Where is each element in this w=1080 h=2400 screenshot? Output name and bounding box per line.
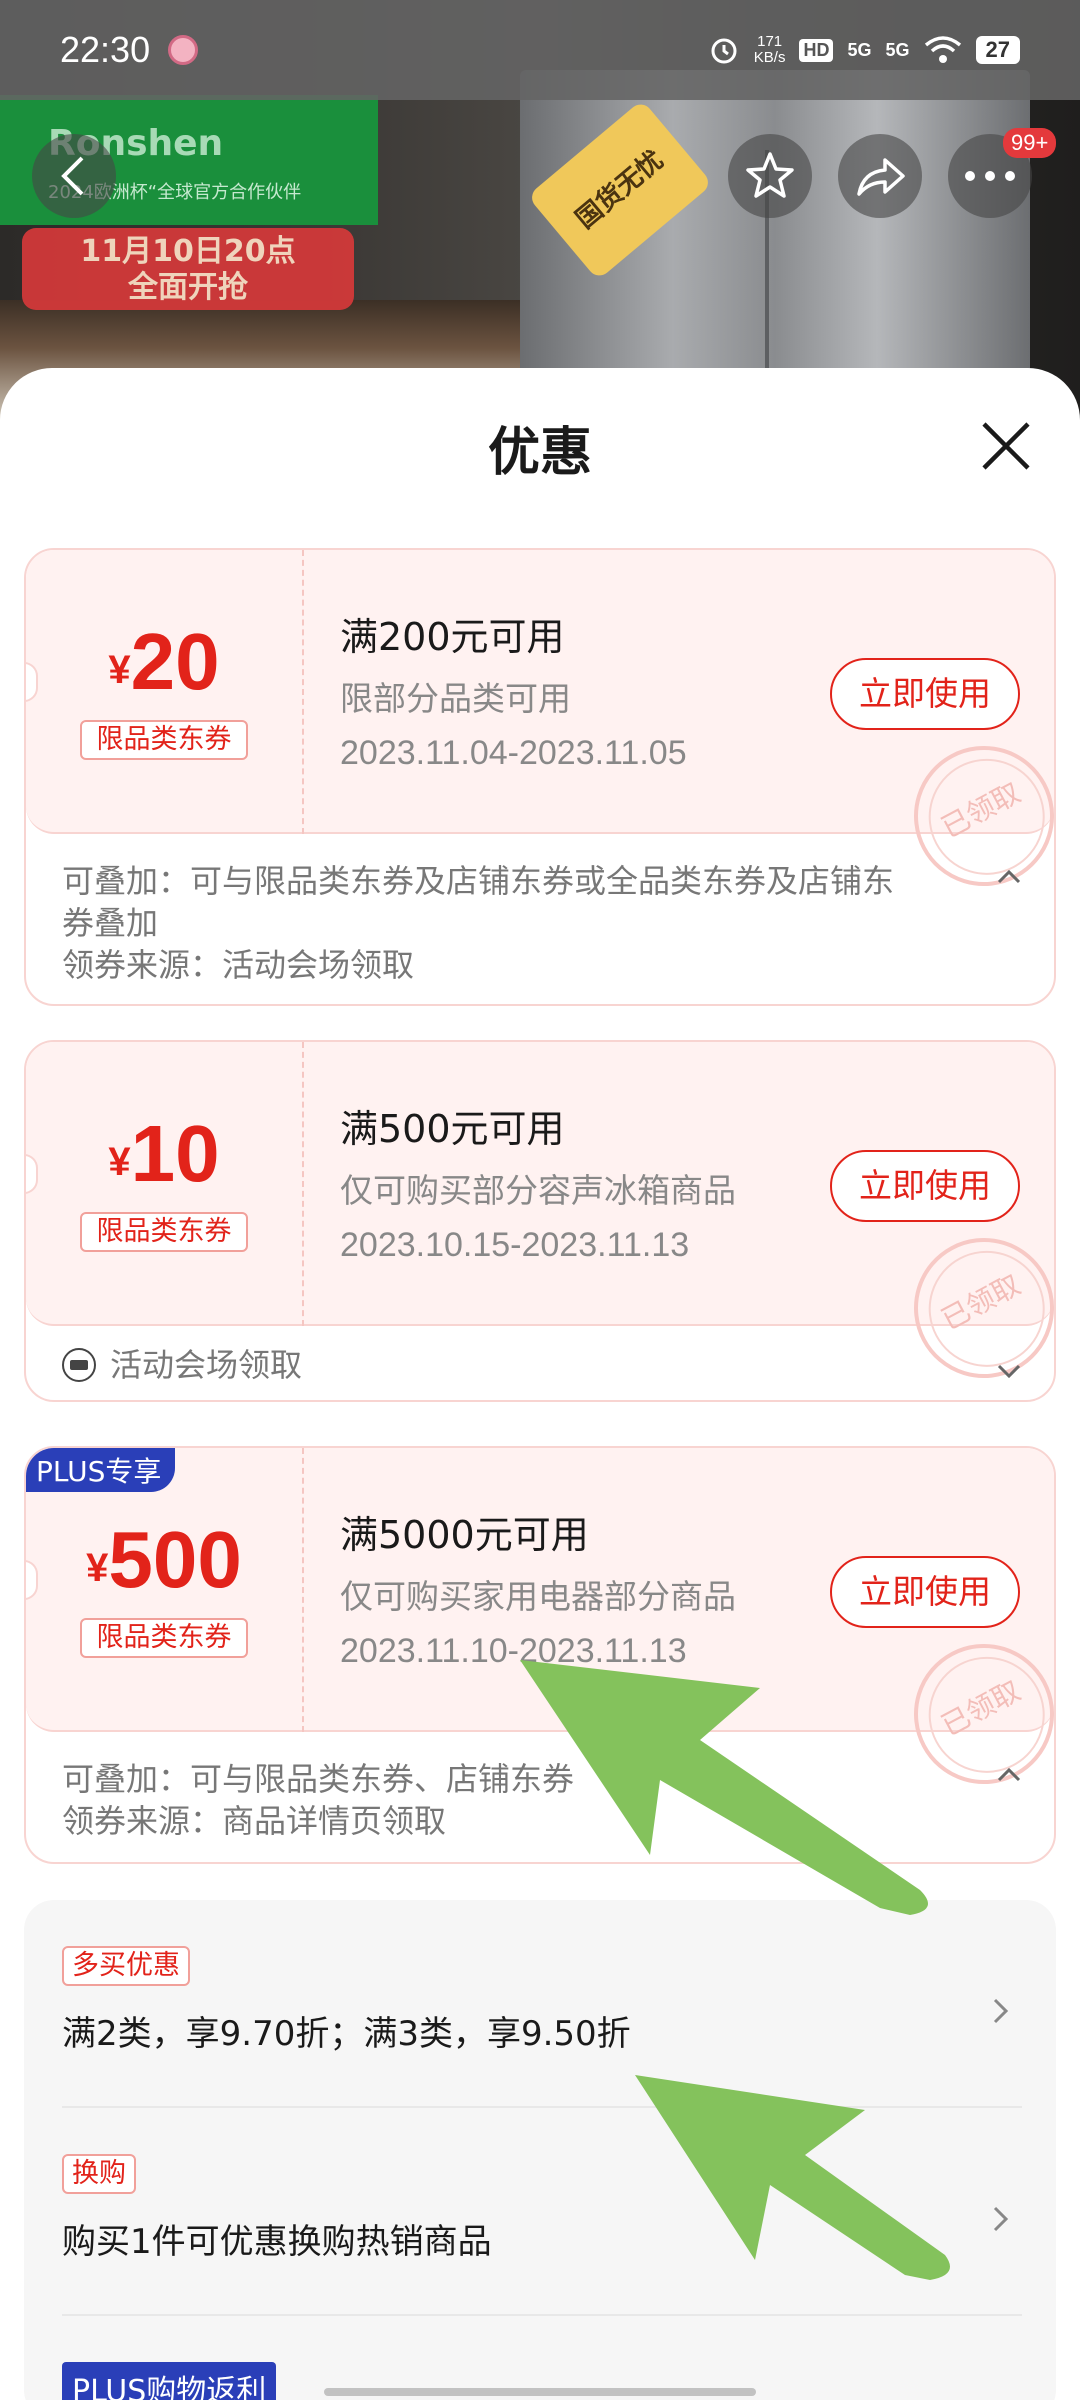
home-indicator: [324, 2388, 756, 2396]
coupon-condition: 满500元可用: [340, 1107, 565, 1151]
stack-rule-line-1: 可叠加：可与限品类东券及店铺东券或全品类东券及店铺东: [62, 862, 895, 900]
stack-rule-line-1: 可叠加：可与限品类东券、店铺东券: [62, 1760, 575, 1798]
coupon-divider: [302, 1042, 304, 1326]
message-count-badge: 99+: [1003, 128, 1057, 158]
signal-5g-2-icon: 5G: [885, 39, 910, 60]
chevron-right-icon: [993, 1998, 1009, 2024]
coupon-description: 仅可购买家用电器部分商品: [340, 1577, 736, 1616]
coupon-details: 可叠加：可与限品类东券、店铺东券 领券来源：商品详情页领取: [26, 1732, 1054, 1862]
promotion-text: 满2类，享9.70折；满3类，享9.50折: [62, 2014, 631, 2054]
coupon-type-tag: 限品类东券: [80, 1618, 248, 1658]
chevron-up-icon[interactable]: [996, 1762, 1022, 1788]
coupon-details: 活动会场领取: [26, 1326, 1054, 1400]
coupon-value: 10: [130, 1109, 220, 1198]
stack-rule-line-2: 券叠加: [62, 904, 159, 942]
more-dots-icon: [965, 171, 1015, 181]
coupon-card: PLUS专享 ¥500 限品类东券 满5000元可用 仅可购买家用电器部分商品 …: [24, 1446, 1056, 1864]
coupon-type-tag: 限品类东券: [80, 720, 248, 760]
coupon-dates: 2023.10.15-2023.11.13: [340, 1226, 690, 1264]
promotion-tag: 多买优惠: [62, 1946, 190, 1986]
status-icons: 171 KB/s HD 5G 5G 27: [708, 34, 1020, 66]
use-now-button[interactable]: 立即使用: [830, 1150, 1020, 1222]
coupon-dates: 2023.11.04-2023.11.05: [340, 734, 687, 772]
ticket-icon: [62, 1348, 96, 1382]
promotion-tag: 换购: [62, 2154, 136, 2194]
chevron-left-icon: [61, 156, 84, 196]
currency-symbol: ¥: [108, 648, 131, 692]
currency-symbol: ¥: [86, 1546, 109, 1590]
coupon-main: ¥10 限品类东券 满500元可用 仅可购买部分容声冰箱商品 2023.10.1…: [26, 1042, 1054, 1400]
coupon-value: 500: [108, 1515, 242, 1604]
status-time: 22:30: [60, 29, 151, 70]
use-now-button[interactable]: 立即使用: [830, 1556, 1020, 1628]
coupon-type-tag: 限品类东券: [80, 1212, 248, 1252]
plus-rebate-tag[interactable]: PLUS购物返利: [62, 2362, 277, 2400]
back-button[interactable]: [32, 134, 116, 218]
coupon-source: 活动会场领取: [110, 1346, 303, 1384]
coupon-amount: ¥10: [26, 1108, 302, 1200]
coupon-card: ¥10 限品类东券 满500元可用 仅可购买部分容声冰箱商品 2023.10.1…: [24, 1040, 1056, 1402]
signal-5g-icon: 5G: [847, 39, 872, 60]
coupon-condition: 满5000元可用: [340, 1513, 589, 1557]
close-icon[interactable]: [978, 418, 1034, 474]
coupon-description: 仅可购买部分容声冰箱商品: [340, 1171, 736, 1210]
wifi-icon: [924, 36, 961, 63]
coupon-source: 领券来源：活动会场领取: [62, 946, 415, 984]
coupon-source: 领券来源：商品详情页领取: [62, 1802, 447, 1840]
network-speed-unit: KB/s: [753, 49, 786, 66]
status-bar: 22:30 171 KB/s HD 5G 5G 27: [0, 0, 1080, 100]
chevron-right-icon: [993, 2206, 1009, 2232]
sale-line-1: 11月10日20点: [80, 234, 296, 269]
coupon-dates: 2023.11.10-2023.11.13: [340, 1632, 687, 1670]
use-now-button[interactable]: 立即使用: [830, 658, 1020, 730]
battery-icon: 27: [975, 36, 1020, 64]
network-speed: 171 KB/s: [754, 34, 786, 66]
network-speed-value: 171: [757, 33, 783, 50]
coupon-divider: [302, 550, 304, 834]
promotion-text: 购买1件可优惠换购热销商品: [62, 2222, 492, 2262]
star-icon: [746, 152, 794, 198]
coupon-main: ¥20 限品类东券 满200元可用 限部分品类可用 2023.11.04-202…: [26, 550, 1054, 911]
coupon-description: 限部分品类可用: [340, 679, 571, 718]
chevron-down-icon[interactable]: [996, 1358, 1022, 1384]
coupon-amount: ¥500: [26, 1514, 302, 1606]
coupon-card: ¥20 限品类东券 满200元可用 限部分品类可用 2023.11.04-202…: [24, 548, 1056, 1006]
sale-start-banner: 11月10日20点 全面开抢: [22, 228, 354, 310]
promotions-panel: 多买优惠 满2类，享9.70折；满3类，享9.50折 换购 购买1件可优惠换购热…: [24, 1900, 1056, 2400]
plus-exclusive-tag: PLUS专享: [26, 1448, 176, 1492]
currency-symbol: ¥: [108, 1140, 131, 1184]
sheet-title: 优惠: [487, 423, 592, 483]
share-icon: [857, 158, 905, 196]
coupon-condition: 满200元可用: [340, 615, 565, 659]
share-button[interactable]: [838, 134, 922, 218]
chevron-up-icon[interactable]: [996, 864, 1022, 890]
coupon-amount: ¥20: [26, 616, 302, 708]
favorite-button[interactable]: [728, 134, 812, 218]
hd-icon: HD: [799, 38, 834, 62]
promotion-row[interactable]: 换购 购买1件可优惠换购热销商品: [62, 2154, 1022, 2316]
coupon-details: 可叠加：可与限品类东券及店铺东券或全品类东券及店铺东 券叠加 领券来源：活动会场…: [26, 834, 1054, 1004]
coupon-value: 20: [130, 617, 220, 706]
alarm-icon: [711, 38, 737, 64]
notification-avatar-icon: [168, 35, 199, 65]
coupon-divider: [302, 1448, 304, 1732]
promotion-row[interactable]: 多买优惠 满2类，享9.70折；满3类，享9.50折: [62, 1946, 1022, 2108]
sale-line-2: 全面开抢: [128, 270, 248, 305]
coupon-main: ¥500 限品类东券 满5000元可用 仅可购买家用电器部分商品 2023.11…: [26, 1448, 1054, 1809]
